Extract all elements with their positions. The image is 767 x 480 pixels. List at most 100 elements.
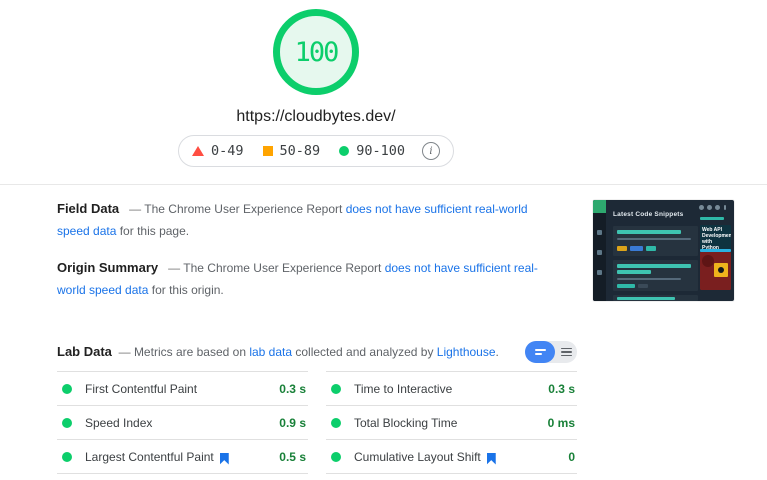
thumb-post-title-bar bbox=[617, 297, 675, 300]
legend-pass: 90-100 bbox=[339, 143, 405, 159]
square-icon bbox=[262, 146, 273, 156]
lab-data-section: Lab Data — Metrics are based on lab data… bbox=[57, 340, 577, 364]
thumb-book-title: Web API Development with Python bbox=[702, 227, 731, 251]
thumb-tag-chip bbox=[617, 246, 627, 251]
metric-label: Time to Interactive bbox=[354, 381, 453, 396]
lab-data-text: Metrics are based on bbox=[133, 345, 250, 359]
metric-value: 0.3 s bbox=[548, 381, 575, 396]
performance-score-value: 100 bbox=[294, 36, 340, 68]
thumb-heading: Latest Code Snippets bbox=[613, 211, 684, 218]
metric-row-cls: Cumulative Layout Shift 0 bbox=[326, 440, 577, 474]
metric-label: Speed Index bbox=[85, 415, 153, 430]
legend-pass-label: 90-100 bbox=[356, 143, 405, 159]
thumb-tag-chip bbox=[617, 284, 635, 288]
origin-summary-text-after: for this origin. bbox=[148, 283, 224, 297]
lab-metrics-table: First Contentful Paint 0.3 s Speed Index… bbox=[57, 371, 577, 474]
list-lines-icon bbox=[560, 351, 572, 353]
bookmark-icon bbox=[219, 452, 229, 465]
score-legend: 0-49 50-89 90-100 i bbox=[178, 135, 454, 167]
thumb-post-title-bar bbox=[617, 230, 681, 234]
thumb-post-card bbox=[613, 295, 698, 301]
metric-value: 0 ms bbox=[547, 415, 575, 430]
thumb-nav-icon bbox=[597, 230, 602, 235]
tested-url: https://cloudbytes.dev/ bbox=[236, 108, 396, 125]
metric-label: Cumulative Layout Shift bbox=[354, 449, 481, 464]
metric-label: First Contentful Paint bbox=[85, 381, 198, 396]
thumb-theme-icon bbox=[715, 205, 720, 210]
metric-label: Largest Contentful Paint bbox=[85, 449, 214, 464]
metric-row-fcp: First Contentful Paint 0.3 s bbox=[57, 372, 308, 406]
pagespeed-report: 100 https://cloudbytes.dev/ 0-49 50-89 9… bbox=[0, 0, 767, 480]
report-body: Field Data — The Chrome User Experience … bbox=[57, 198, 577, 474]
thumb-post-subtext-bar bbox=[617, 238, 691, 240]
pass-dot-icon bbox=[62, 417, 72, 428]
thumb-nav-icon bbox=[597, 270, 602, 275]
thumb-featured-caption-bar bbox=[700, 217, 724, 220]
origin-summary-title: Origin Summary bbox=[57, 260, 159, 275]
metric-value: 0.3 s bbox=[279, 381, 306, 396]
thumb-book-cover-circle bbox=[702, 255, 714, 267]
legend-fail-label: 0-49 bbox=[211, 143, 244, 159]
bookmark-icon bbox=[486, 452, 496, 465]
metric-label: Total Blocking Time bbox=[354, 415, 458, 430]
thumb-nav-icon bbox=[597, 250, 602, 255]
thumb-tag-chip bbox=[630, 246, 643, 251]
thumb-github-icon bbox=[707, 205, 712, 210]
dash: — bbox=[118, 345, 131, 359]
performance-score-gauge: 100 bbox=[273, 9, 359, 95]
thumb-post-card bbox=[613, 226, 698, 256]
lab-data-text-block: Lab Data — Metrics are based on lab data… bbox=[57, 341, 499, 363]
pass-dot-icon bbox=[62, 451, 72, 462]
origin-summary-section: Origin Summary — The Chrome User Experie… bbox=[57, 257, 560, 301]
field-data-title: Field Data bbox=[57, 201, 120, 216]
pass-dot-icon bbox=[331, 383, 341, 394]
chart-lines-icon bbox=[534, 349, 546, 351]
list-lines-icon bbox=[560, 347, 572, 350]
metric-row-lcp: Largest Contentful Paint 0.5 s bbox=[57, 440, 308, 474]
circle-icon bbox=[339, 146, 350, 156]
list-view-button[interactable] bbox=[555, 341, 577, 363]
info-icon[interactable]: i bbox=[421, 142, 440, 160]
pass-dot-icon bbox=[331, 417, 341, 428]
dash: — bbox=[129, 202, 142, 216]
dash: — bbox=[168, 261, 181, 275]
chart-lines-icon bbox=[534, 353, 542, 355]
thumb-book-cover-dot bbox=[718, 267, 724, 273]
lab-data-text-middle: collected and analyzed by bbox=[292, 345, 437, 359]
view-toggle bbox=[525, 341, 577, 363]
metric-row-speed-index: Speed Index 0.9 s bbox=[57, 406, 308, 440]
lab-data-link[interactable]: lab data bbox=[249, 345, 292, 359]
metric-value: 0 bbox=[568, 449, 575, 464]
metric-row-tti: Time to Interactive 0.3 s bbox=[326, 372, 577, 406]
thumb-tag-chip bbox=[638, 284, 648, 288]
pass-dot-icon bbox=[331, 451, 341, 462]
header-divider bbox=[0, 184, 767, 185]
thumb-post-card bbox=[613, 260, 698, 291]
lab-data-text-after: . bbox=[495, 345, 499, 359]
pass-dot-icon bbox=[62, 383, 72, 394]
field-data-text-after: for this page. bbox=[116, 224, 190, 238]
field-data-text: The Chrome User Experience Report bbox=[144, 202, 346, 216]
thumb-search-icon bbox=[699, 205, 704, 210]
metric-value: 0.5 s bbox=[279, 449, 306, 464]
legend-average: 50-89 bbox=[262, 143, 321, 159]
thumb-menu-dots-icon bbox=[724, 205, 726, 210]
metric-value: 0.9 s bbox=[279, 415, 306, 430]
thumb-post-subtext-bar bbox=[617, 278, 681, 280]
page-screenshot-thumbnail: Latest Code Snippets Web API Development… bbox=[593, 200, 734, 301]
score-header: 100 https://cloudbytes.dev/ 0-49 50-89 9… bbox=[0, 0, 632, 167]
metrics-view-button[interactable] bbox=[525, 341, 555, 363]
lab-data-title: Lab Data bbox=[57, 344, 112, 359]
thumb-site-logo bbox=[593, 200, 606, 213]
thumb-featured-book: Web API Development with Python bbox=[700, 225, 731, 290]
thumb-tag-chip bbox=[646, 246, 656, 251]
metrics-column-left: First Contentful Paint 0.3 s Speed Index… bbox=[57, 371, 308, 474]
legend-average-label: 50-89 bbox=[279, 143, 321, 159]
field-data-section: Field Data — The Chrome User Experience … bbox=[57, 198, 560, 242]
lighthouse-link[interactable]: Lighthouse bbox=[437, 345, 496, 359]
metric-row-tbt: Total Blocking Time 0 ms bbox=[326, 406, 577, 440]
legend-fail: 0-49 bbox=[192, 143, 244, 159]
origin-summary-text: The Chrome User Experience Report bbox=[183, 261, 385, 275]
list-lines-icon bbox=[560, 354, 572, 357]
metrics-column-right: Time to Interactive 0.3 s Total Blocking… bbox=[326, 371, 577, 474]
